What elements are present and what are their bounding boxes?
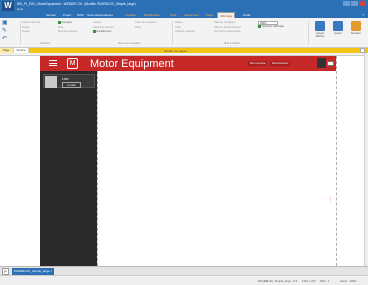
maximize-button[interactable]: [351, 1, 358, 6]
ribbon-separator: [20, 21, 21, 44]
user-name: Lion: [62, 77, 69, 81]
help-icon[interactable]: ?: [362, 13, 364, 17]
ribbon-group-2: Ancrages Note Bord des groupes: [58, 21, 78, 35]
mon-compte-button[interactable]: Mon compte: [248, 61, 268, 66]
group-label-conception: Aide à la conception: [118, 42, 141, 45]
logout-button[interactable]: Lovelé: [62, 82, 81, 88]
window-title: WS_PI_SGC_MotorEquipment - WEBDEV 26 - […: [17, 2, 136, 6]
tab-creation[interactable]: Création: [125, 13, 136, 17]
ribbon-separator: [308, 21, 309, 44]
option-plans[interactable]: Plans: [135, 26, 157, 31]
option-champs-masques[interactable]: Champs masqués: [175, 30, 195, 35]
tab-projet[interactable]: Projet: [63, 13, 71, 17]
status-element: PAGEBLOC_Simple_large : 0,0: [258, 279, 298, 283]
ribbon-zoom-group: 100% Optimiser l'affichage: [258, 21, 284, 30]
option-guides[interactable]: Guides: [22, 30, 41, 35]
option-grilles[interactable]: Grilles d'ancrage: [22, 21, 41, 26]
guide-line: [336, 56, 337, 266]
app-logo-icon: M: [67, 58, 78, 69]
group-label-fenetres: Fenêtres: [40, 42, 50, 45]
option-encadrement[interactable]: Encadrement: [93, 30, 114, 35]
tab-page[interactable]: Page: [206, 13, 213, 17]
tab-style[interactable]: Style: [170, 13, 177, 17]
page-tab-bar: P PAGEBLOC_Simple_large ×: [0, 266, 368, 275]
ribbon-group-4: Ordre de navigation Plans: [135, 21, 157, 30]
ribbon-group-1: Grilles d'ancrage Règles Guides: [22, 21, 41, 35]
new-element-icon[interactable]: ▣: [2, 20, 8, 27]
guide-line: [97, 56, 98, 266]
user-thumbnail: [45, 76, 57, 88]
status-bar: PAGEBLOC_Simple_large : 0,0 1316 x 317 P…: [0, 275, 368, 285]
resize-handle-icon[interactable]: ⋮: [328, 198, 333, 203]
largeur-affichee-button[interactable]: Largeur affichée: [313, 21, 327, 38]
webdev-logo-icon[interactable]: W: [2, 1, 14, 11]
window-controls: [343, 1, 366, 6]
user-panel: Lion Lovelé: [43, 74, 95, 88]
app-sidebar[interactable]: Lion Lovelé: [40, 71, 97, 266]
app-title: Motor Equipment: [90, 58, 174, 70]
deconnexion-button[interactable]: Déconnexion: [270, 61, 291, 66]
recadrer-button[interactable]: Recadrer: [349, 21, 363, 35]
tab-modification[interactable]: Modification: [144, 13, 160, 17]
page-switch-icon[interactable]: P: [2, 268, 9, 275]
minimize-button[interactable]: [343, 1, 350, 6]
ribbon-group-3: Largeur Saisie des champs Encadrement: [93, 21, 114, 35]
app-header[interactable]: M Motor Equipment Mon compte Déconnexion: [40, 56, 336, 71]
ajuster-button[interactable]: Ajuster: [331, 21, 345, 35]
avatar[interactable]: [317, 58, 326, 68]
ribbon-separator: [172, 21, 173, 44]
option-bord-groupes[interactable]: Bord des groupes: [58, 30, 78, 35]
quick-access-toolbar[interactable]: ◈ ⊞: [17, 7, 23, 11]
tab-accueil[interactable]: Accueil: [46, 13, 56, 17]
crop-icon: [351, 21, 361, 31]
status-zoom: Zoom : 100%: [340, 279, 357, 283]
option-format-superposition[interactable]: Format de superposition: [214, 30, 241, 35]
checkbox-icon: [258, 25, 261, 28]
status-size: 1316 x 317: [302, 279, 316, 283]
hamburger-menu-icon[interactable]: [49, 60, 57, 68]
close-button[interactable]: [359, 1, 366, 6]
tab-outils[interactable]: Outils: [243, 13, 251, 17]
group-label-edition: Aide à l'édition: [224, 42, 241, 45]
fit-icon: [333, 21, 343, 31]
avatar-tag: [327, 61, 334, 66]
option-ordre-navigation[interactable]: Ordre de navigation: [135, 21, 157, 26]
tab-tests[interactable]: Tests automatiques: [87, 13, 113, 17]
checkbox-icon: [93, 30, 96, 33]
title-bar: W WS_PI_SGC_MotorEquipment - WEBDEV 26 -…: [0, 0, 368, 12]
vertical-scrollbar[interactable]: [364, 53, 368, 266]
ribbon-left-buttons: ▣ ✎ ↶: [2, 20, 8, 44]
undo-icon[interactable]: ↶: [2, 36, 8, 43]
option-optimiser-affichage[interactable]: Optimiser l'affichage: [258, 25, 284, 30]
ribbon-affichage: ▣ ✎ ↶ Grilles d'ancrage Règles Guides An…: [0, 18, 368, 48]
page-tab[interactable]: PAGEBLOC_Simple_large ×: [12, 268, 55, 275]
ribbon-group-6: Taille de navigation Taille de positionn…: [214, 21, 241, 35]
status-plan: Plan : 1: [320, 279, 330, 283]
monitor-icon: [315, 21, 325, 31]
ribbon-group-5: Règles Grille Champs masqués: [175, 21, 195, 35]
checkbox-icon: [58, 21, 61, 24]
edit-icon[interactable]: ✎: [2, 28, 8, 35]
tab-scm[interactable]: SCM: [77, 13, 84, 17]
tab-alignement[interactable]: Alignement: [184, 13, 199, 17]
